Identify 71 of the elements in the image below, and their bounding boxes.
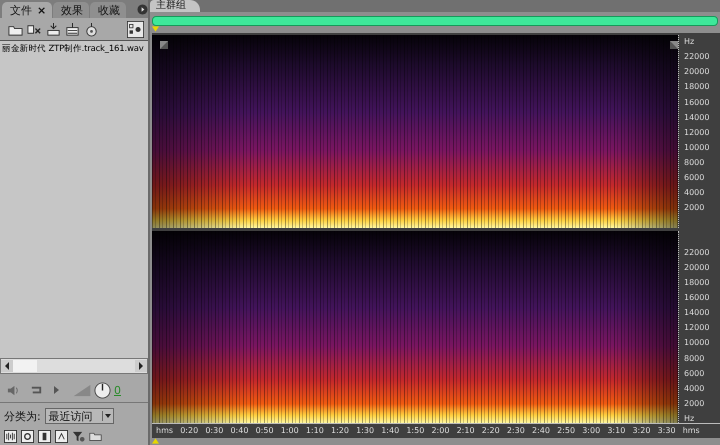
time-label: 3:20 xyxy=(632,425,650,437)
volume-knob-icon[interactable] xyxy=(94,382,111,398)
cd-icon[interactable] xyxy=(84,22,99,36)
panel-tab[interactable]: 文件 × xyxy=(2,2,52,18)
panel-menu-icon[interactable] xyxy=(137,4,148,15)
category-dropdown[interactable]: 最近访问 xyxy=(44,408,114,424)
waveform-filter-icon[interactable] xyxy=(4,430,17,442)
time-label: 1:00 xyxy=(280,425,299,437)
time-label: 3:30 xyxy=(658,425,676,437)
axis-label: 22000 xyxy=(684,248,710,257)
time-label: 2:30 xyxy=(506,425,525,437)
axis-label: 2000 xyxy=(684,203,704,212)
horizontal-scrollbar[interactable] xyxy=(0,358,148,374)
view-options-icon[interactable] xyxy=(127,20,144,38)
time-label: hms xyxy=(682,425,700,437)
time-label: 2:10 xyxy=(456,425,475,437)
axis-label: 20000 xyxy=(684,67,710,76)
insert-icon[interactable] xyxy=(46,22,61,36)
scroll-right-icon[interactable] xyxy=(135,360,147,372)
time-label: 1:20 xyxy=(330,425,349,437)
axis-label: 4000 xyxy=(684,188,704,198)
axis-label: 12000 xyxy=(684,128,710,137)
axis-label: 14000 xyxy=(684,308,710,318)
axis-label: 16000 xyxy=(684,293,710,302)
axis-unit-label: Hz xyxy=(684,37,694,46)
axis-label: 18000 xyxy=(684,82,710,92)
time-label: 1:30 xyxy=(356,425,374,437)
scroll-left-icon[interactable] xyxy=(1,360,13,372)
zoom-handle-icon[interactable] xyxy=(670,41,678,49)
zoom-handle-icon[interactable] xyxy=(160,41,168,49)
time-label: 1:40 xyxy=(381,425,400,437)
panel-tab[interactable]: 收藏 xyxy=(90,2,126,18)
time-label: 0:50 xyxy=(256,425,274,437)
time-label: hms xyxy=(156,425,174,437)
close-icon[interactable]: × xyxy=(37,4,46,16)
time-label: 0:20 xyxy=(180,425,198,437)
time-label: 0:30 xyxy=(205,425,224,437)
axis-label: 10000 xyxy=(684,142,710,152)
time-label: 2:50 xyxy=(557,425,576,437)
funnel-icon[interactable] xyxy=(72,430,85,442)
volume-ramp-icon xyxy=(72,384,92,396)
dropdown-caret-icon xyxy=(102,411,113,421)
panel-tab[interactable]: 效果 xyxy=(53,2,90,18)
time-label: 3:10 xyxy=(607,425,626,437)
end-marker-icon[interactable] xyxy=(152,438,159,444)
axis-unit-label: Hz xyxy=(684,414,694,423)
time-label: 1:10 xyxy=(306,425,324,437)
file-item[interactable]: 丽金新时代 ZTP制作.track_161.wav xyxy=(0,41,148,55)
time-label: 2:00 xyxy=(431,425,450,437)
axis-label: 22000 xyxy=(684,52,710,62)
play-icon[interactable] xyxy=(52,384,60,396)
time-label: 0:40 xyxy=(230,425,248,437)
axis-label: 12000 xyxy=(684,323,710,332)
time-label: 1:50 xyxy=(406,425,424,437)
axis-label: 6000 xyxy=(684,368,704,378)
category-label: 分类为: xyxy=(4,408,41,424)
insert-multitrack-icon[interactable] xyxy=(65,22,80,36)
scrollbar-thumb[interactable] xyxy=(13,360,37,372)
axis-label: 16000 xyxy=(684,98,710,106)
axis-label: 4000 xyxy=(684,384,704,393)
time-label: 2:40 xyxy=(532,425,550,437)
axis-label: 20000 xyxy=(684,262,710,272)
axis-label: 2000 xyxy=(684,398,704,408)
axis-label: 6000 xyxy=(684,173,704,182)
axis-label: 8000 xyxy=(684,158,704,167)
time-label: 3:00 xyxy=(582,425,600,437)
axis-label: 14000 xyxy=(684,112,710,122)
axis-label: 10000 xyxy=(684,338,710,348)
axis-label: 8000 xyxy=(684,354,704,362)
time-label: 2:20 xyxy=(482,425,500,437)
axis-label: 18000 xyxy=(684,278,710,287)
